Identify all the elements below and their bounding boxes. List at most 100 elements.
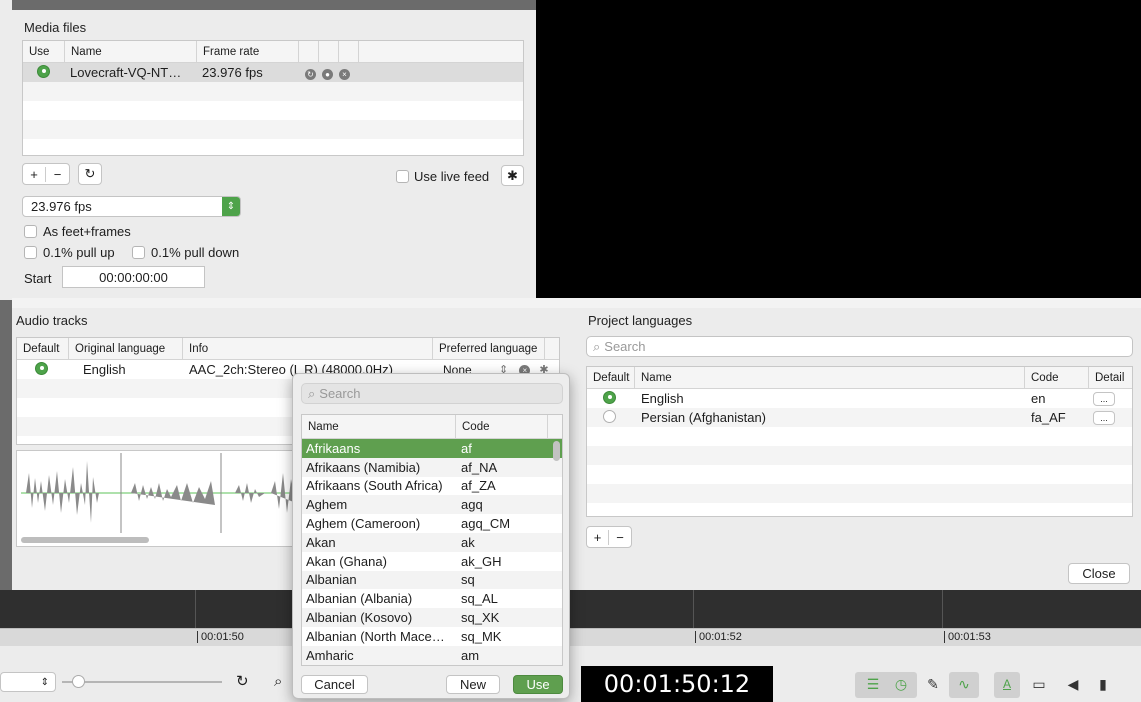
language-option[interactable]: Aghem (Cameroon) agq_CM xyxy=(302,514,562,533)
col-name[interactable]: Name xyxy=(635,367,1025,388)
ruler-label: 00:01:50 xyxy=(197,631,244,643)
language-option[interactable]: Albanian (Kosovo) sq_XK xyxy=(302,608,562,627)
language-option[interactable]: Aghem agq xyxy=(302,495,562,515)
language-name: Persian (Afghanistan) xyxy=(641,410,767,425)
bars-icon[interactable]: ▮ xyxy=(1092,673,1114,695)
checkbox-box[interactable] xyxy=(24,225,37,238)
cancel-button[interactable]: Cancel xyxy=(301,675,368,694)
new-button[interactable]: New xyxy=(446,675,500,694)
add-media-button[interactable]: + xyxy=(23,166,47,182)
default-radio[interactable] xyxy=(603,390,616,404)
col-code[interactable]: Code xyxy=(1025,367,1089,388)
select-arrows-icon: ⇕ xyxy=(40,676,49,688)
ruler-icon[interactable]: ✎ xyxy=(922,673,944,695)
language-option[interactable]: Albanian (North Mace… sq_MK xyxy=(302,627,562,646)
loop-icon[interactable]: ↻ xyxy=(236,672,249,690)
zoom-slider-knob[interactable] xyxy=(72,675,85,688)
language-option[interactable]: Amharic am xyxy=(302,645,562,665)
language-option[interactable]: Afrikaans (South Africa) af_ZA xyxy=(302,477,562,496)
reload-icon[interactable]: ↻ xyxy=(305,69,316,80)
default-radio[interactable] xyxy=(603,409,616,423)
add-language-button[interactable]: + xyxy=(587,529,610,545)
timeline-ruler[interactable]: 00:01:50 00:01:52 00:01:53 xyxy=(0,628,1141,646)
language-option[interactable]: Akan (Ghana) ak_GH xyxy=(302,552,562,571)
col-blank-3 xyxy=(339,41,359,62)
col-default[interactable]: Default xyxy=(17,338,69,359)
add-remove-language-group: + − xyxy=(586,526,632,548)
language-option[interactable]: Akan ak xyxy=(302,532,562,552)
detail-button[interactable]: ... xyxy=(1093,410,1115,425)
col-info[interactable]: Info xyxy=(183,338,433,359)
col-frame-rate[interactable]: Frame rate xyxy=(197,41,299,62)
pull-up-checkbox[interactable]: 0.1% pull up xyxy=(24,245,115,260)
remove-icon[interactable]: × xyxy=(339,69,350,80)
language-row[interactable]: Persian (Afghanistan) fa_AF ... xyxy=(587,408,1132,427)
tape-icon[interactable]: ▭ xyxy=(1028,673,1050,695)
language-name: English xyxy=(641,391,684,406)
timeline-track[interactable] xyxy=(0,590,1141,630)
language-option-name: Afrikaans (South Africa) xyxy=(306,478,443,494)
split-divider[interactable] xyxy=(12,298,1141,308)
track-separator xyxy=(693,590,694,630)
audio-language: English xyxy=(83,362,126,377)
zoom-select[interactable]: ⇕ xyxy=(0,672,56,692)
popover-search-field[interactable]: ⌕ Search xyxy=(301,383,563,404)
select-arrows-icon[interactable]: ⇕ xyxy=(222,197,240,216)
close-button[interactable]: Close xyxy=(1068,563,1130,584)
languages-table[interactable]: Default Name Code Detail English en ... … xyxy=(586,366,1133,517)
language-row[interactable]: English en ... xyxy=(587,389,1132,408)
media-files-table[interactable]: Use Name Frame rate Lovecraft-VQ-NT… 23.… xyxy=(22,40,524,156)
gear-icon: ✱ xyxy=(507,167,518,183)
col-original-language[interactable]: Original language xyxy=(69,338,183,359)
empty-row xyxy=(23,101,523,120)
language-option-code: ak xyxy=(461,534,475,550)
fps-select[interactable]: 23.976 fps ⇕ xyxy=(22,196,241,217)
checkbox-box[interactable] xyxy=(396,170,409,183)
live-feed-settings-button[interactable]: ✱ xyxy=(501,165,524,186)
col-use[interactable]: Use xyxy=(23,41,65,62)
checkbox-box[interactable] xyxy=(24,246,37,259)
media-row[interactable]: Lovecraft-VQ-NT… 23.976 fps ↻ ● × xyxy=(23,63,523,82)
refresh-button[interactable]: ↻ xyxy=(78,163,102,185)
detail-button[interactable]: ... xyxy=(1093,391,1115,406)
use-live-feed-label: Use live feed xyxy=(414,169,490,184)
text-icon[interactable]: A xyxy=(996,673,1018,695)
language-option[interactable]: Afrikaans af xyxy=(302,439,562,458)
language-option[interactable]: Albanian (Albania) sq_AL xyxy=(302,589,562,608)
as-feet-frames-checkbox[interactable]: As feet+frames xyxy=(24,224,131,239)
col-name[interactable]: Name xyxy=(65,41,197,62)
zoom-icon[interactable]: ⌕ xyxy=(274,673,282,690)
remove-language-button[interactable]: − xyxy=(609,530,631,545)
use-button[interactable]: Use xyxy=(513,675,563,694)
language-picker-popover: ⌕ Search Name Code Afrikaans af Afrikaans … xyxy=(292,373,570,699)
col-code[interactable]: Code xyxy=(456,415,548,438)
zoom-slider[interactable] xyxy=(62,681,222,683)
use-live-feed-checkbox[interactable]: Use live feed xyxy=(396,169,489,184)
waveform-icon[interactable]: ∿ xyxy=(953,673,975,695)
empty-row xyxy=(23,82,523,101)
language-code: en xyxy=(1031,391,1046,406)
waveform-scrollbar[interactable] xyxy=(21,537,149,543)
checkbox-box[interactable] xyxy=(132,246,145,259)
remove-media-button[interactable]: − xyxy=(46,167,69,182)
col-default[interactable]: Default xyxy=(587,367,635,388)
clock-icon[interactable]: ◷ xyxy=(890,673,912,695)
languages-search-field[interactable]: ⌕ Search xyxy=(586,336,1133,357)
language-list[interactable]: Name Code Afrikaans af Afrikaans (Namibia)… xyxy=(301,414,563,666)
language-option-name: Aghem (Cameroon) xyxy=(306,516,421,532)
use-radio[interactable] xyxy=(37,64,50,78)
magnify-icon[interactable]: ● xyxy=(322,69,333,80)
col-preferred-language[interactable]: Preferred language xyxy=(433,338,545,359)
start-timecode-field[interactable]: 00:00:00:00 xyxy=(62,266,205,288)
list-icon[interactable]: ☰ xyxy=(862,673,884,695)
pull-down-checkbox[interactable]: 0.1% pull down xyxy=(132,245,239,260)
col-detail[interactable]: Detail xyxy=(1089,367,1132,388)
bell-icon[interactable]: ◀ xyxy=(1062,673,1084,695)
media-table-header: Use Name Frame rate xyxy=(23,41,523,63)
search-icon: ⌕ xyxy=(308,385,316,401)
default-radio[interactable] xyxy=(35,361,48,375)
col-name[interactable]: Name xyxy=(302,415,456,438)
language-option[interactable]: Albanian sq xyxy=(302,570,562,590)
language-option[interactable]: Afrikaans (Namibia) af_NA xyxy=(302,457,562,477)
list-scrollbar[interactable] xyxy=(553,441,560,461)
